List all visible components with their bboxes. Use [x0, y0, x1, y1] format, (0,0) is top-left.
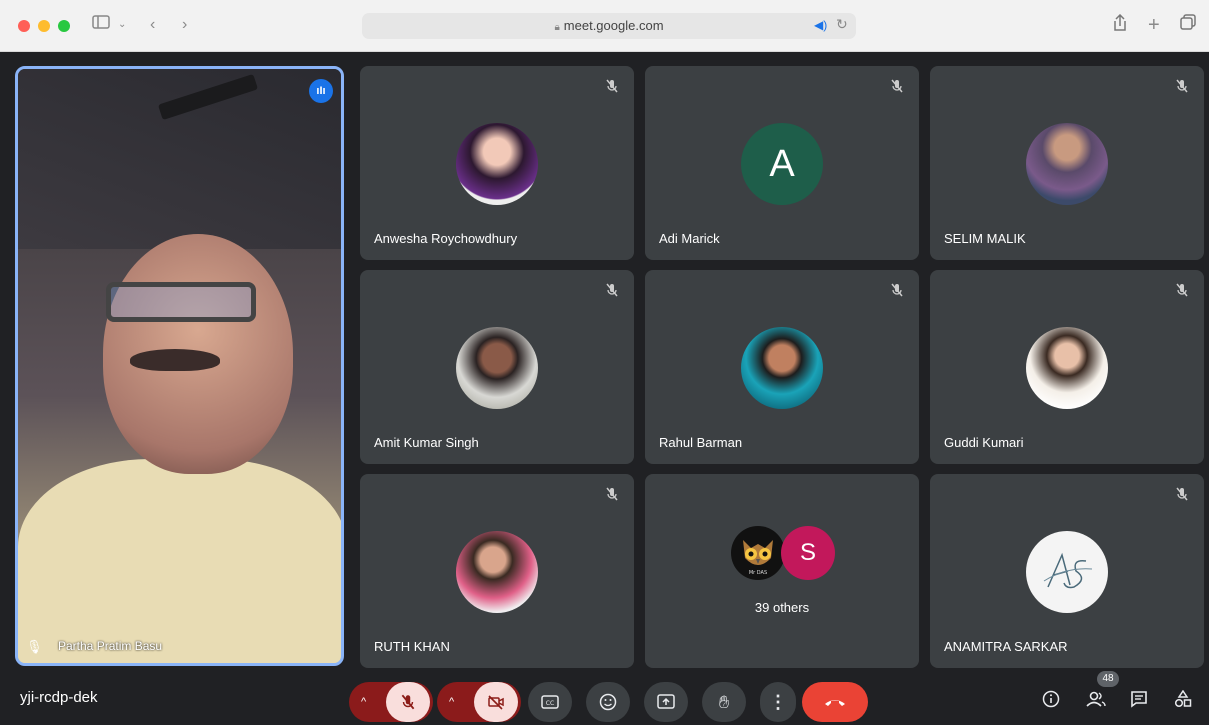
camera-options-chevron-icon[interactable]: ^: [449, 696, 454, 708]
reactions-button[interactable]: [586, 682, 630, 722]
chat-icon: [1131, 691, 1147, 708]
people-icon: [1086, 691, 1106, 707]
others-count: 39 others: [754, 600, 810, 615]
meet-stage: ıIı 🎙︎ Partha Pratim Basu Anwesha Roycho…: [0, 52, 1209, 725]
speaking-indicator-icon: ıIı: [309, 79, 333, 103]
reload-icon[interactable]: ↻: [836, 16, 848, 33]
forward-button[interactable]: ›: [182, 14, 187, 36]
sidebar-toggle-icon[interactable]: [92, 14, 110, 37]
window-controls: [18, 20, 70, 32]
owl-caption: Mr DAS: [749, 570, 767, 576]
captions-button[interactable]: CC: [528, 682, 572, 722]
emoji-icon: [599, 693, 617, 711]
mic-muted-icon: [891, 283, 903, 297]
mic-off-icon: [401, 694, 415, 710]
captions-icon: CC: [541, 695, 559, 709]
avatar: S: [781, 526, 835, 580]
participant-count-badge: 48: [1097, 671, 1119, 687]
microphone-icon: 🎙︎: [26, 639, 43, 654]
mic-muted-icon: [891, 79, 903, 93]
participant-tile[interactable]: RUTH KHAN: [360, 474, 634, 668]
mic-muted-icon: [1176, 487, 1188, 501]
activities-button[interactable]: [1174, 689, 1192, 713]
meeting-code: yji-rcdp-dek: [20, 689, 98, 706]
participant-name: Amit Kumar Singh: [374, 435, 479, 450]
participant-tile[interactable]: A Adi Marick: [645, 66, 919, 260]
mic-muted-icon: [1176, 79, 1188, 93]
mic-muted-icon: [1176, 283, 1188, 297]
participant-name: Anwesha Roychowdhury: [374, 231, 518, 246]
meeting-info-button[interactable]: [1042, 690, 1060, 713]
speaker-icon[interactable]: ◀): [814, 18, 827, 32]
participant-name: RUTH KHAN: [374, 639, 450, 654]
participant-name: Rahul Barman: [659, 435, 743, 450]
close-window-button[interactable]: [18, 20, 30, 32]
participant-tile[interactable]: SELIM MALIK: [930, 66, 1204, 260]
toggle-camera-button[interactable]: [474, 682, 518, 722]
url-text: meet.google.com: [563, 18, 664, 33]
participant-name: Guddi Kumari: [944, 435, 1024, 450]
participant-name: SELIM MALIK: [944, 231, 1026, 246]
present-icon: [657, 694, 675, 709]
avatar: [456, 123, 538, 205]
people-button[interactable]: [1086, 690, 1106, 713]
call-controls-bar: yji-rcdp-dek ^ ^ CC ✋︎ ⋮: [0, 673, 1209, 725]
chat-button[interactable]: [1130, 690, 1148, 713]
others-tile[interactable]: Mr DAS S 39 others: [645, 474, 919, 668]
chevron-down-icon[interactable]: ⌄: [118, 14, 126, 36]
raise-hand-button[interactable]: ✋︎: [702, 682, 746, 722]
active-speaker-tile[interactable]: ıIı 🎙︎ Partha Pratim Basu: [15, 66, 344, 666]
video-feed: [18, 459, 341, 663]
leave-call-button[interactable]: [802, 682, 868, 722]
participant-name: Partha Pratim Basu: [58, 639, 163, 653]
avatar: [456, 327, 538, 409]
signature-monogram: [1043, 552, 1093, 589]
new-tab-icon[interactable]: +: [1148, 14, 1160, 36]
share-icon[interactable]: [1112, 13, 1128, 39]
avatar: [741, 327, 823, 409]
svg-text:CC: CC: [546, 700, 554, 707]
mic-muted-icon: [606, 79, 618, 93]
maximize-window-button[interactable]: [58, 20, 70, 32]
mic-options-chevron-icon[interactable]: ^: [361, 696, 366, 708]
activities-icon: [1174, 689, 1192, 708]
mic-muted-icon: [606, 283, 618, 297]
present-screen-button[interactable]: [644, 682, 688, 722]
mic-muted-icon: [606, 487, 618, 501]
end-call-icon: [825, 700, 845, 706]
browser-toolbar: ⌄ ‹ › 🔒︎ meet.google.com ◀) ↻ +: [0, 0, 1209, 52]
more-options-button[interactable]: ⋮: [760, 682, 796, 722]
hand-icon: ✋︎: [718, 691, 730, 712]
avatar: Mr DAS: [731, 526, 785, 580]
avatar: [1026, 123, 1108, 205]
participant-tile[interactable]: Amit Kumar Singh: [360, 270, 634, 464]
camera-off-icon: [488, 695, 504, 710]
avatar: [456, 531, 538, 613]
info-icon: [1042, 690, 1060, 708]
participant-tile[interactable]: Anwesha Roychowdhury: [360, 66, 634, 260]
avatar: [1026, 531, 1108, 613]
avatar: [1026, 327, 1108, 409]
lock-icon: 🔒︎: [554, 22, 560, 33]
participant-name: Adi Marick: [659, 231, 720, 246]
toggle-microphone-button[interactable]: [386, 682, 430, 722]
participant-tile[interactable]: Guddi Kumari: [930, 270, 1204, 464]
owl-avatar-icon: Mr DAS: [743, 540, 773, 576]
avatar: A: [741, 123, 823, 205]
participant-tile[interactable]: ANAMITRA SARKAR: [930, 474, 1204, 668]
tab-overview-icon[interactable]: [1180, 14, 1196, 37]
minimize-window-button[interactable]: [38, 20, 50, 32]
more-vert-icon: ⋮: [769, 691, 787, 712]
participant-name: ANAMITRA SARKAR: [944, 639, 1068, 654]
address-bar[interactable]: 🔒︎ meet.google.com ◀) ↻: [362, 13, 856, 39]
back-button[interactable]: ‹: [150, 14, 155, 36]
participant-tile[interactable]: Rahul Barman: [645, 270, 919, 464]
